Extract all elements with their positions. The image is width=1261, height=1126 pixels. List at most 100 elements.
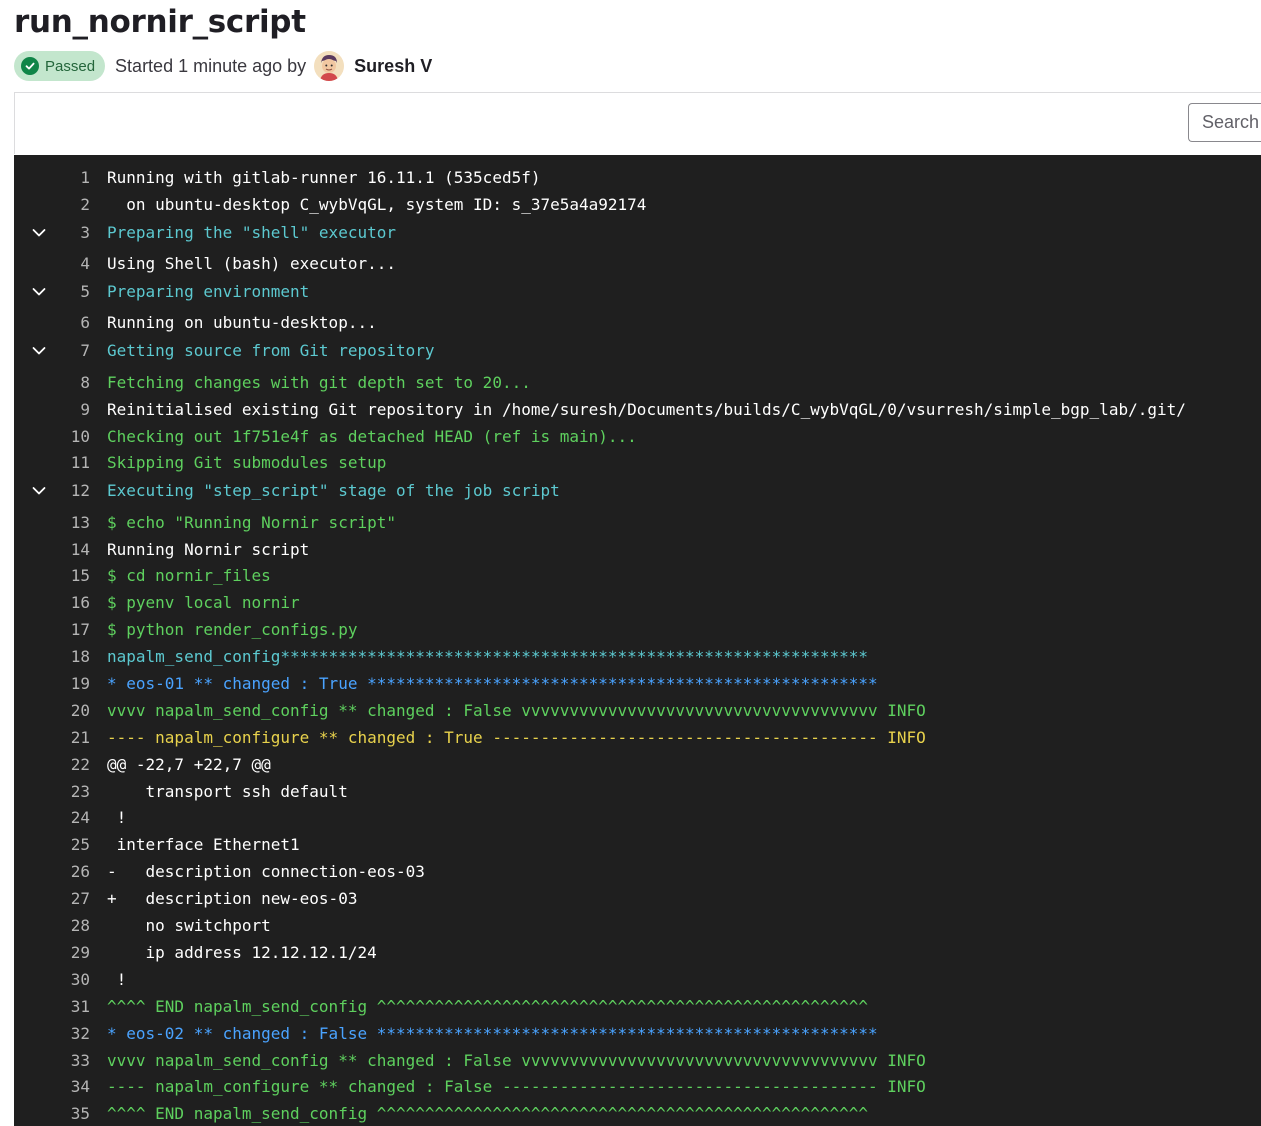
log-line-text: Preparing environment: [107, 282, 310, 302]
log-line-number[interactable]: 4: [58, 251, 90, 278]
status-badge[interactable]: Passed: [14, 51, 106, 81]
log-line-text: $ cd nornir_files: [107, 566, 271, 586]
log-line-number[interactable]: 32: [58, 1021, 90, 1048]
log-line: 14 Running Nornir script: [14, 537, 1261, 564]
log-line-number[interactable]: 34: [58, 1074, 90, 1101]
chevron-down-icon[interactable]: [31, 225, 47, 241]
log-line-text: Running on ubuntu-desktop...: [107, 313, 377, 333]
log-line-text: !: [107, 808, 127, 828]
log-line-text: @@ -22,7 +22,7 @@: [107, 754, 271, 774]
log-line-number[interactable]: 5: [58, 278, 90, 306]
log-line-text: ^^^^ END napalm_send_config ^^^^^^^^^^^^…: [107, 996, 868, 1016]
log-line-text: Skipping Git submodules setup: [107, 453, 387, 473]
log-line-number[interactable]: 6: [58, 310, 90, 337]
log-line: 26 - description connection-eos-03: [14, 859, 1261, 886]
status-label: Passed: [45, 57, 96, 75]
log-line: 10 Checking out 1f751e4f as detached HEAD…: [14, 424, 1261, 451]
log-line: 13 $ echo "Running Nornir script": [14, 510, 1261, 537]
log-line-number[interactable]: 1: [58, 165, 90, 192]
log-line: 35 ^^^^ END napalm_send_config ^^^^^^^^^^…: [14, 1101, 1261, 1126]
log-line-text: Preparing the "shell" executor: [107, 222, 396, 242]
log-line-number[interactable]: 15: [58, 563, 90, 590]
log-line-text: ^^^^ END napalm_send_config ^^^^^^^^^^^^…: [107, 1104, 868, 1124]
log-line: 27 + description new-eos-03: [14, 886, 1261, 913]
log-line-number[interactable]: 12: [58, 477, 90, 505]
log-line-number[interactable]: 11: [58, 450, 90, 477]
log-line-text: !: [107, 969, 127, 989]
log-section-header[interactable]: 12 Executing "step_script" stage of the j…: [14, 477, 1261, 509]
log-line-number[interactable]: 35: [58, 1101, 90, 1126]
log-line-number[interactable]: 17: [58, 617, 90, 644]
log-line-number[interactable]: 19: [58, 671, 90, 698]
log-line-number[interactable]: 7: [58, 337, 90, 365]
log-section-header[interactable]: 5 Preparing environment: [14, 278, 1261, 310]
log-line: 32 * eos-02 ** changed : False **********…: [14, 1021, 1261, 1048]
log-line: 1 Running with gitlab-runner 16.11.1 (535…: [14, 165, 1261, 192]
log-line-text: napalm_send_config**********************…: [107, 647, 868, 667]
log-line-number[interactable]: 33: [58, 1048, 90, 1075]
log-line: 20 vvvv napalm_send_config ** changed : F…: [14, 698, 1261, 725]
user-name[interactable]: Suresh V: [354, 56, 432, 77]
log-section-header[interactable]: 7 Getting source from Git repository: [14, 337, 1261, 369]
log-line: 34 ---- napalm_configure ** changed : Fal…: [14, 1074, 1261, 1101]
log-line-number[interactable]: 24: [58, 805, 90, 832]
log-line-number[interactable]: 29: [58, 940, 90, 967]
log-line-text: ---- napalm_configure ** changed : False…: [107, 1077, 926, 1097]
log-line-number[interactable]: 18: [58, 644, 90, 671]
log-line-number[interactable]: 31: [58, 994, 90, 1021]
log-line-text: + description new-eos-03: [107, 889, 358, 909]
log-line-number[interactable]: 22: [58, 752, 90, 779]
log-line: 21 ---- napalm_configure ** changed : Tru…: [14, 725, 1261, 752]
log-line-number[interactable]: 28: [58, 913, 90, 940]
log-line: 24 !: [14, 805, 1261, 832]
log-line-text: $ echo "Running Nornir script": [107, 512, 396, 532]
log-line: 25 interface Ethernet1: [14, 832, 1261, 859]
log-line-number[interactable]: 27: [58, 886, 90, 913]
log-line-number[interactable]: 10: [58, 424, 90, 451]
log-line-number[interactable]: 30: [58, 967, 90, 994]
log-line-number[interactable]: 14: [58, 537, 90, 564]
log-line-text: - description connection-eos-03: [107, 862, 425, 882]
log-line-text: $ pyenv local nornir: [107, 593, 300, 613]
log-line-number[interactable]: 21: [58, 725, 90, 752]
log-line-number[interactable]: 23: [58, 779, 90, 806]
log-line: 17 $ python render_configs.py: [14, 617, 1261, 644]
log-line-text: Using Shell (bash) executor...: [107, 254, 396, 274]
log-line: 31 ^^^^ END napalm_send_config ^^^^^^^^^^…: [14, 994, 1261, 1021]
log-line: 11 Skipping Git submodules setup: [14, 450, 1261, 477]
log-line-number[interactable]: 9: [58, 397, 90, 424]
log-line-number[interactable]: 20: [58, 698, 90, 725]
log-line-text: Executing "step_script" stage of the job…: [107, 481, 560, 501]
log-line-text: Getting source from Git repository: [107, 341, 435, 361]
log-line-text: Reinitialised existing Git repository in…: [107, 399, 1186, 419]
job-meta: Passed Started 1 minute ago by Suresh V: [14, 51, 432, 81]
log-line-text: Running with gitlab-runner 16.11.1 (535c…: [107, 168, 541, 187]
log-line-number[interactable]: 8: [58, 370, 90, 397]
log-line-number[interactable]: 26: [58, 859, 90, 886]
job-log[interactable]: 1 Running with gitlab-runner 16.11.1 (535…: [14, 155, 1261, 1126]
log-line: 29 ip address 12.12.12.1/24: [14, 940, 1261, 967]
log-line: 33 vvvv napalm_send_config ** changed : F…: [14, 1048, 1261, 1075]
log-toolbar: [14, 92, 1261, 154]
log-line: 2 on ubuntu-desktop C_wybVqGL, system ID…: [14, 192, 1261, 219]
log-line-number[interactable]: 25: [58, 832, 90, 859]
log-line-text: no switchport: [107, 916, 271, 936]
log-line-number[interactable]: 2: [58, 192, 90, 219]
chevron-down-icon[interactable]: [31, 483, 47, 499]
log-line-number[interactable]: 16: [58, 590, 90, 617]
log-line-number[interactable]: 13: [58, 510, 90, 537]
chevron-down-icon[interactable]: [31, 284, 47, 300]
job-title: run_nornir_script: [14, 4, 306, 40]
log-section-header[interactable]: 3 Preparing the "shell" executor: [14, 219, 1261, 251]
log-line-text: on ubuntu-desktop C_wybVqGL, system ID: …: [107, 194, 647, 214]
log-line-text: transport ssh default: [107, 781, 348, 801]
user-avatar[interactable]: [314, 51, 345, 81]
log-line-text: Checking out 1f751e4f as detached HEAD (…: [107, 426, 637, 446]
chevron-down-icon[interactable]: [31, 343, 47, 359]
log-line-number[interactable]: 3: [58, 219, 90, 247]
log-line-text: vvvv napalm_send_config ** changed : Fal…: [107, 700, 926, 720]
log-line: 9 Reinitialised existing Git repository i…: [14, 397, 1261, 424]
log-line-text: * eos-02 ** changed : False ************…: [107, 1023, 878, 1043]
log-line: 22 @@ -22,7 +22,7 @@: [14, 752, 1261, 779]
search-input[interactable]: [1188, 103, 1261, 142]
